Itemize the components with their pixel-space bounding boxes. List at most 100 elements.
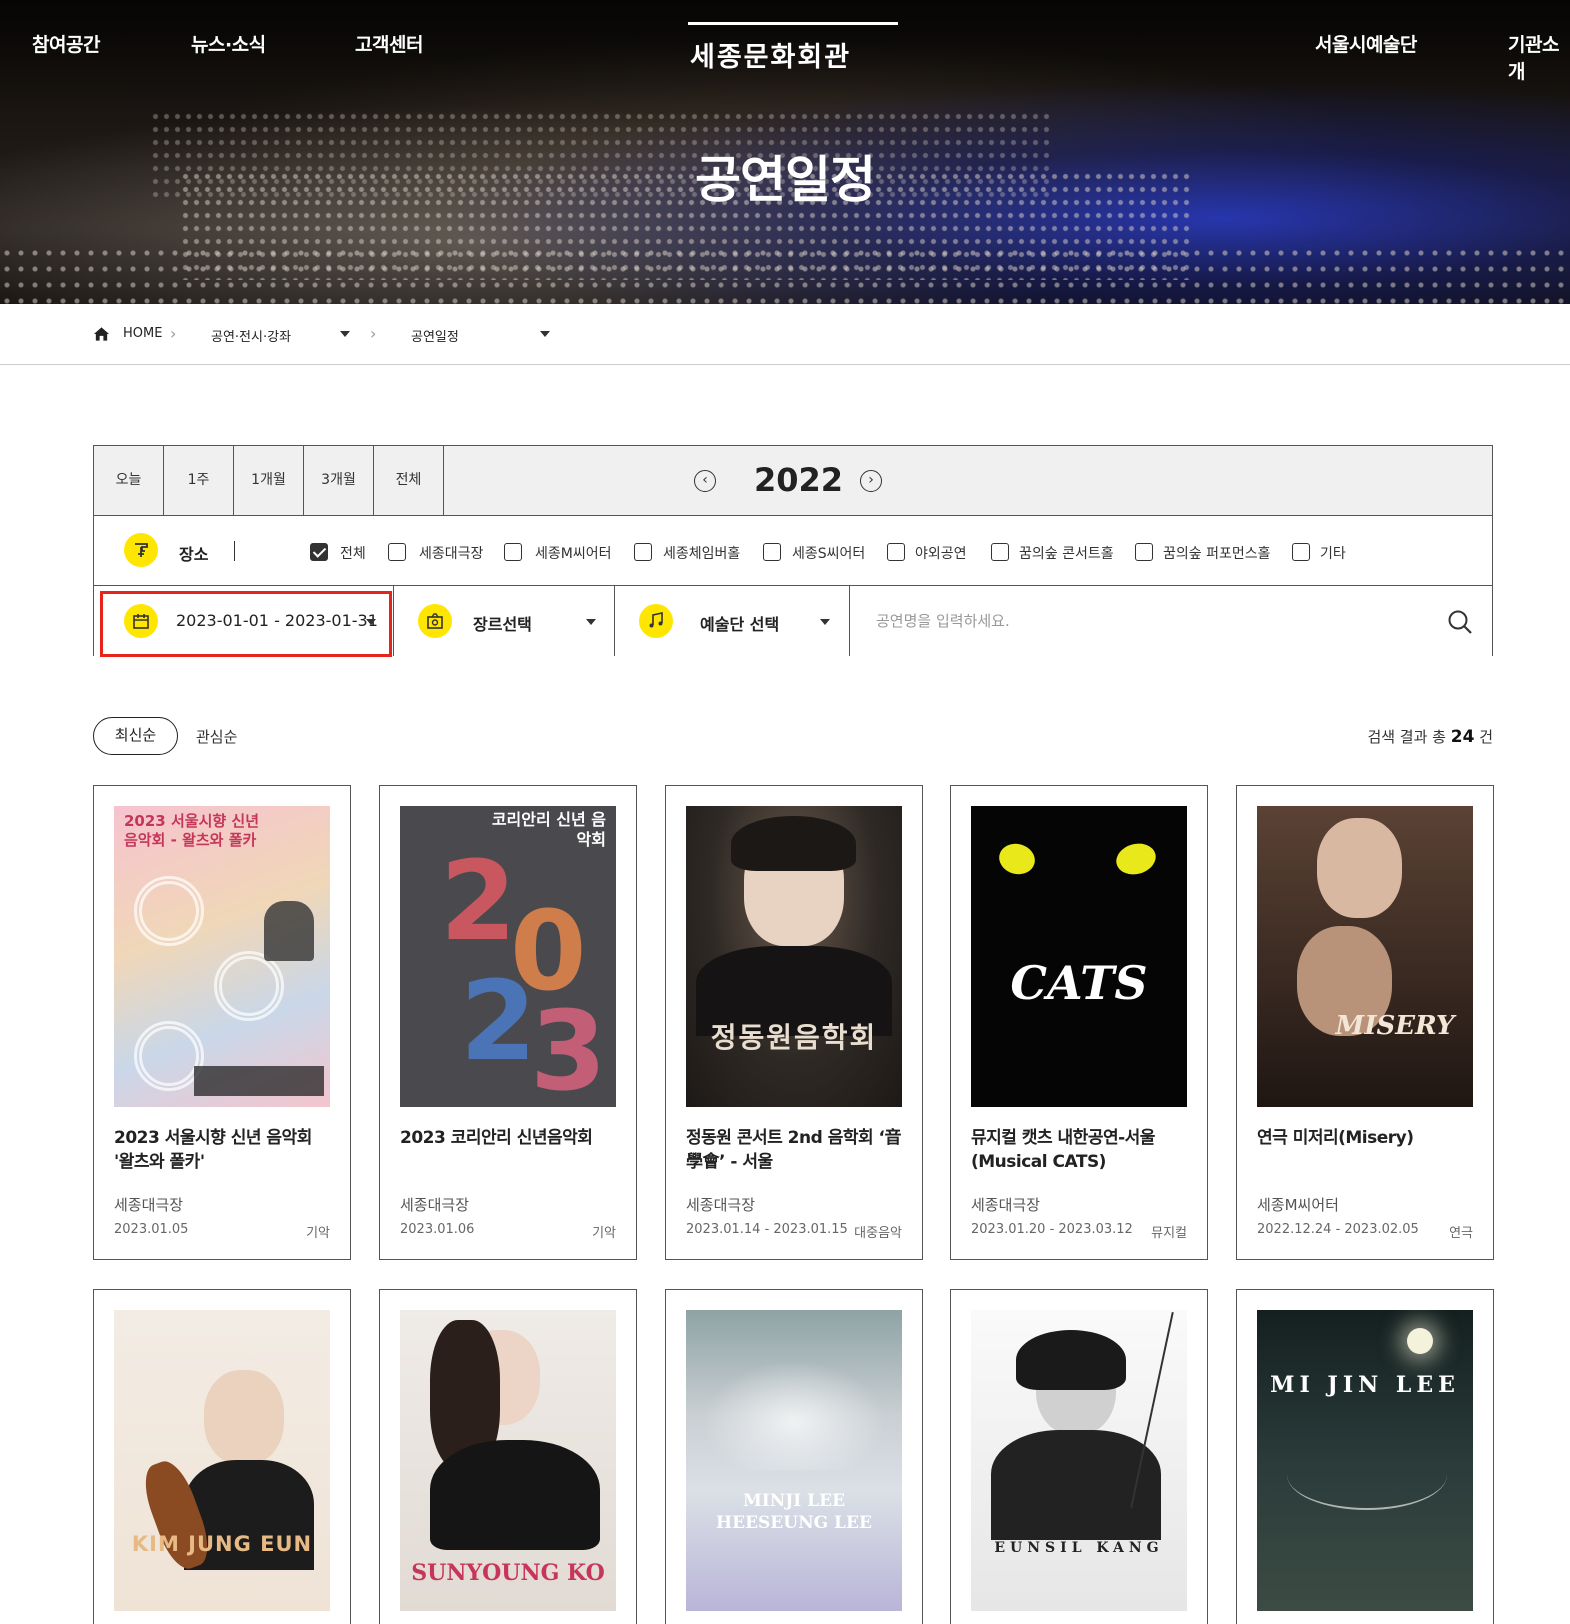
- page-title: 공연일정: [695, 151, 876, 209]
- chevron-right-icon: ›: [170, 324, 177, 343]
- result-suffix: 건: [1474, 728, 1493, 746]
- card-venue: 세종대극장: [400, 1196, 470, 1214]
- poster-digit: 3: [530, 987, 607, 1107]
- period-3months[interactable]: 3개월: [304, 446, 374, 515]
- place-option-all[interactable]: 전체: [340, 543, 366, 563]
- performance-card[interactable]: MI JIN LEE: [1236, 1289, 1494, 1624]
- performance-card[interactable]: SUNYOUNG KO: [379, 1289, 637, 1624]
- place-checkbox-dream-concert[interactable]: [991, 543, 1009, 561]
- card-date: 2023.01.14 - 2023.01.15: [686, 1222, 848, 1237]
- sort-latest-button[interactable]: 최신순: [93, 717, 178, 755]
- place-checkbox-grand-theater[interactable]: [388, 543, 406, 561]
- logo-text: 세종문화회관: [690, 42, 852, 73]
- poster-text: EUNSIL KANG: [994, 1540, 1164, 1556]
- search-input[interactable]: [850, 586, 1490, 655]
- poster-image[interactable]: KIM JUNG EUN: [114, 1310, 330, 1611]
- troupe-select[interactable]: 예술단 선택: [615, 586, 850, 656]
- music-icon: [639, 604, 673, 638]
- nav-customer-center[interactable]: 고객센터: [355, 30, 423, 57]
- place-option-etc[interactable]: 기타: [1320, 543, 1346, 563]
- result-count: 검색 결과 총 24 건: [1367, 726, 1493, 747]
- place-checkbox-outdoor[interactable]: [887, 543, 905, 561]
- performance-card[interactable]: KIM JUNG EUN: [93, 1289, 351, 1624]
- poster-face: [1317, 818, 1402, 918]
- troupe-label: 예술단 선택: [700, 615, 780, 634]
- poster-image[interactable]: MISERY: [1257, 806, 1473, 1107]
- highlight-box: [100, 591, 392, 657]
- place-checkbox-m-theater[interactable]: [504, 543, 522, 561]
- performance-card[interactable]: MISERY 연극 미저리(Misery) 세종M씨어터 2022.12.24 …: [1236, 785, 1494, 1260]
- place-checkbox-all[interactable]: [310, 543, 328, 561]
- period-all[interactable]: 전체: [374, 446, 444, 515]
- place-checkbox-s-theater[interactable]: [763, 543, 781, 561]
- prev-year-icon[interactable]: ‹: [694, 470, 716, 492]
- card-title[interactable]: 뮤지컬 캣츠 내한공연-서울 (Musical CATS): [971, 1126, 1191, 1174]
- performance-card[interactable]: EUNSIL KANG: [950, 1289, 1208, 1624]
- place-option-dream-concert[interactable]: 꿈의숲 콘서트홀: [1019, 543, 1114, 563]
- place-label: 장소: [179, 545, 209, 564]
- performance-card[interactable]: 정동원음학회 정동원 콘서트 2nd 음학회 ‘音學會’ - 서울 세종대극장 …: [665, 785, 923, 1260]
- card-title[interactable]: 2023 코리안리 신년음악회: [400, 1126, 620, 1150]
- card-title[interactable]: 정동원 콘서트 2nd 음학회 ‘音學會’ - 서울: [686, 1126, 906, 1174]
- card-title[interactable]: 연극 미저리(Misery): [1257, 1126, 1477, 1150]
- sort-interest-button[interactable]: 관심순: [196, 726, 237, 747]
- poster-decoration: [214, 951, 284, 1021]
- poster-image[interactable]: 2023 서울시향 신년 음악회 - 왈츠와 폴카: [114, 806, 330, 1107]
- place-option-grand-theater[interactable]: 세종대극장: [419, 543, 483, 563]
- poster-image[interactable]: CATS: [971, 806, 1187, 1107]
- poster-image[interactable]: MI JIN LEE: [1257, 1310, 1473, 1611]
- performance-card[interactable]: 코리안리 신년 음악회 2 0 2 3 2023 코리안리 신년음악회 세종대극…: [379, 785, 637, 1260]
- card-title[interactable]: 2023 서울시향 신년 음악회 '왈츠와 폴카': [114, 1126, 334, 1174]
- nav-participation[interactable]: 참여공간: [32, 30, 100, 57]
- period-row: 오늘 1주 1개월 3개월 전체 ‹ 2022 ›: [94, 446, 1492, 516]
- place-option-m-theater[interactable]: 세종M씨어터: [535, 543, 611, 563]
- card-venue: 세종대극장: [114, 1196, 184, 1214]
- card-genre: 기악: [306, 1226, 330, 1241]
- place-option-dream-performance[interactable]: 꿈의숲 퍼포먼스홀: [1163, 543, 1271, 563]
- card-genre: 연극: [1449, 1226, 1473, 1241]
- home-icon[interactable]: [93, 326, 110, 342]
- chevron-down-icon[interactable]: [340, 331, 350, 337]
- genre-icon: [418, 604, 452, 638]
- poster-image[interactable]: MINJI LEE HEESEUNG LEE: [686, 1310, 902, 1611]
- performance-card[interactable]: CATS 뮤지컬 캣츠 내한공연-서울 (Musical CATS) 세종대극장…: [950, 785, 1208, 1260]
- result-prefix: 검색 결과 총: [1367, 728, 1451, 746]
- search-icon[interactable]: [1446, 608, 1474, 636]
- place-option-chamber-hall[interactable]: 세종체임버홀: [663, 543, 740, 563]
- performance-card[interactable]: 2023 서울시향 신년 음악회 - 왈츠와 폴카 2023 서울시향 신년 음…: [93, 785, 351, 1260]
- place-option-s-theater[interactable]: 세종S씨어터: [792, 543, 865, 563]
- period-today[interactable]: 오늘: [94, 446, 164, 515]
- chevron-right-icon: ›: [370, 324, 377, 343]
- nav-seoul-arts[interactable]: 서울시예술단: [1315, 30, 1417, 57]
- chevron-down-icon: [820, 619, 830, 625]
- poster-conductor: [264, 901, 314, 961]
- next-year-icon[interactable]: ›: [860, 470, 882, 492]
- place-checkbox-etc[interactable]: [1292, 543, 1310, 561]
- period-1week[interactable]: 1주: [164, 446, 234, 515]
- place-row: 장소 전체 세종대극장 세종M씨어터 세종체임버홀 세종S씨어터 야외공연 꿈의…: [94, 516, 1492, 586]
- place-option-outdoor[interactable]: 야외공연: [915, 543, 967, 563]
- poster-image[interactable]: EUNSIL KANG: [971, 1310, 1187, 1611]
- period-1month[interactable]: 1개월: [234, 446, 304, 515]
- poster-image[interactable]: SUNYOUNG KO: [400, 1310, 616, 1611]
- date-range-select[interactable]: 2023-01-01 - 2023-01-31: [94, 586, 394, 657]
- poster-image[interactable]: 정동원음학회: [686, 806, 902, 1107]
- chevron-down-icon[interactable]: [540, 331, 550, 337]
- place-checkbox-dream-performance[interactable]: [1135, 543, 1153, 561]
- card-date: 2023.01.05: [114, 1222, 189, 1237]
- performance-card[interactable]: MINJI LEE HEESEUNG LEE: [665, 1289, 923, 1624]
- poster-image[interactable]: 코리안리 신년 음악회 2 0 2 3: [400, 806, 616, 1107]
- genre-select[interactable]: 장르선택: [394, 586, 615, 656]
- poster-digit: 2: [460, 957, 537, 1085]
- breadcrumb-home[interactable]: HOME: [123, 326, 162, 341]
- nav-news[interactable]: 뉴스·소식: [191, 30, 266, 57]
- poster-digit: 2: [440, 837, 517, 965]
- breadcrumb-level1[interactable]: 공연·전시·강좌: [211, 326, 291, 345]
- site-logo[interactable]: 세종문화회관: [688, 22, 898, 73]
- poster-text: MI JIN LEE: [1270, 1372, 1460, 1398]
- year-label: 2022: [754, 461, 844, 499]
- nav-about[interactable]: 기관소개: [1508, 30, 1570, 84]
- place-checkbox-chamber-hall[interactable]: [634, 543, 652, 561]
- breadcrumb-level2[interactable]: 공연일정: [411, 326, 459, 345]
- place-icon: [124, 533, 158, 567]
